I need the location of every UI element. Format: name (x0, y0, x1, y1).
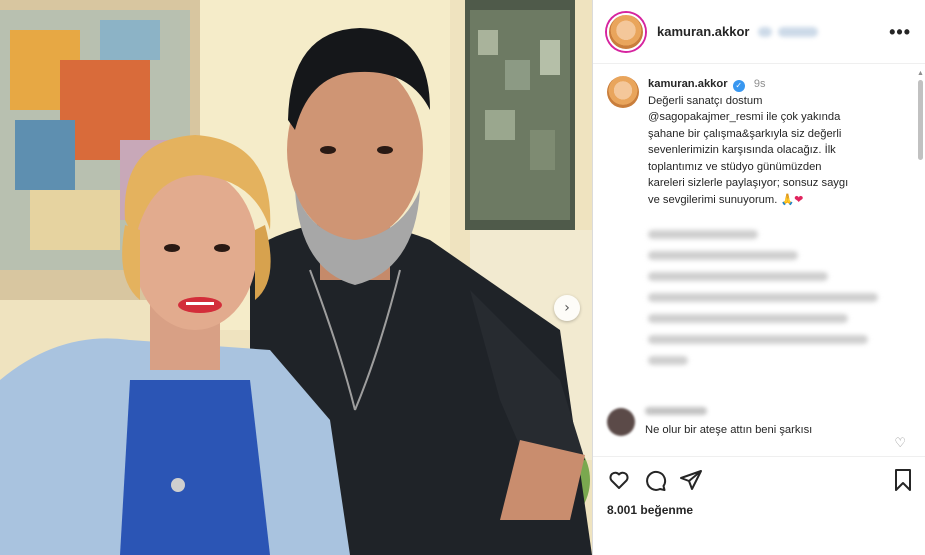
caption-line: @sagopakajmer_resmi ile çok yakında (648, 111, 841, 123)
caption-time: 9s (753, 78, 766, 90)
comment-like-icon[interactable]: ♡ (894, 436, 906, 451)
scrollbar[interactable]: ▲ (917, 70, 924, 450)
next-arrow-icon: › (564, 300, 570, 316)
share-icon[interactable] (679, 468, 703, 492)
comment-icon[interactable] (643, 468, 667, 492)
post-header: kamuran.akkor ••• (593, 0, 925, 64)
heart-icon[interactable] (607, 468, 631, 492)
more-options-icon[interactable]: ••• (889, 22, 911, 43)
commenter-avatar[interactable] (607, 408, 635, 436)
verified-icon: ✓ (732, 80, 745, 93)
post-side-panel: kamuran.akkor ••• kamuran.akkor ✓ 9s Değ… (592, 0, 925, 555)
post-caption: kamuran.akkor ✓ 9s Değerli sanatçı dostu… (593, 66, 925, 208)
comments-area: kamuran.akkor ✓ 9s Değerli sanatçı dostu… (593, 66, 925, 456)
caption-line: kareleri sizlerle paylaşıyor; sonsuz say… (648, 177, 849, 189)
comment-text: Ne olur bir ateşe attın beni şarkısı (645, 424, 813, 436)
photo-illustration (0, 0, 592, 555)
blurred-commenter-name (645, 407, 707, 415)
pray-emoji: 🙏 (780, 192, 795, 206)
heart-emoji: ❤ (794, 192, 804, 206)
caption-avatar[interactable] (607, 76, 639, 108)
caption-line: Değerli sanatçı dostum (648, 94, 763, 107)
blurred-hashtags (593, 208, 925, 365)
post-photo[interactable]: › (0, 0, 592, 555)
caption-line: sevenlerimizin karşısında olacağız. İlk (648, 144, 836, 156)
caption-line: ve sevgilerimi sunuyorum. (648, 193, 778, 206)
author-username[interactable]: kamuran.akkor (657, 24, 750, 39)
blurred-follow (757, 26, 772, 37)
caption-line: şahane bir çalışma&şarkıyla siz değerli (648, 127, 842, 140)
post-actions: 8.001 beğenme (593, 456, 925, 555)
bookmark-icon[interactable] (892, 468, 914, 492)
caption-username[interactable]: kamuran.akkor (648, 78, 728, 90)
caption-line: toplantımız ve stüdyo günümüzden (648, 160, 822, 173)
like-count[interactable]: 8.001 beğenme (607, 503, 914, 517)
author-avatar[interactable] (607, 12, 645, 51)
blurred-follow-text (777, 26, 818, 37)
next-photo-button[interactable]: › (554, 295, 580, 321)
comment-item: Ne olur bir ateşe attın beni şarkısı ♡ (607, 406, 912, 451)
